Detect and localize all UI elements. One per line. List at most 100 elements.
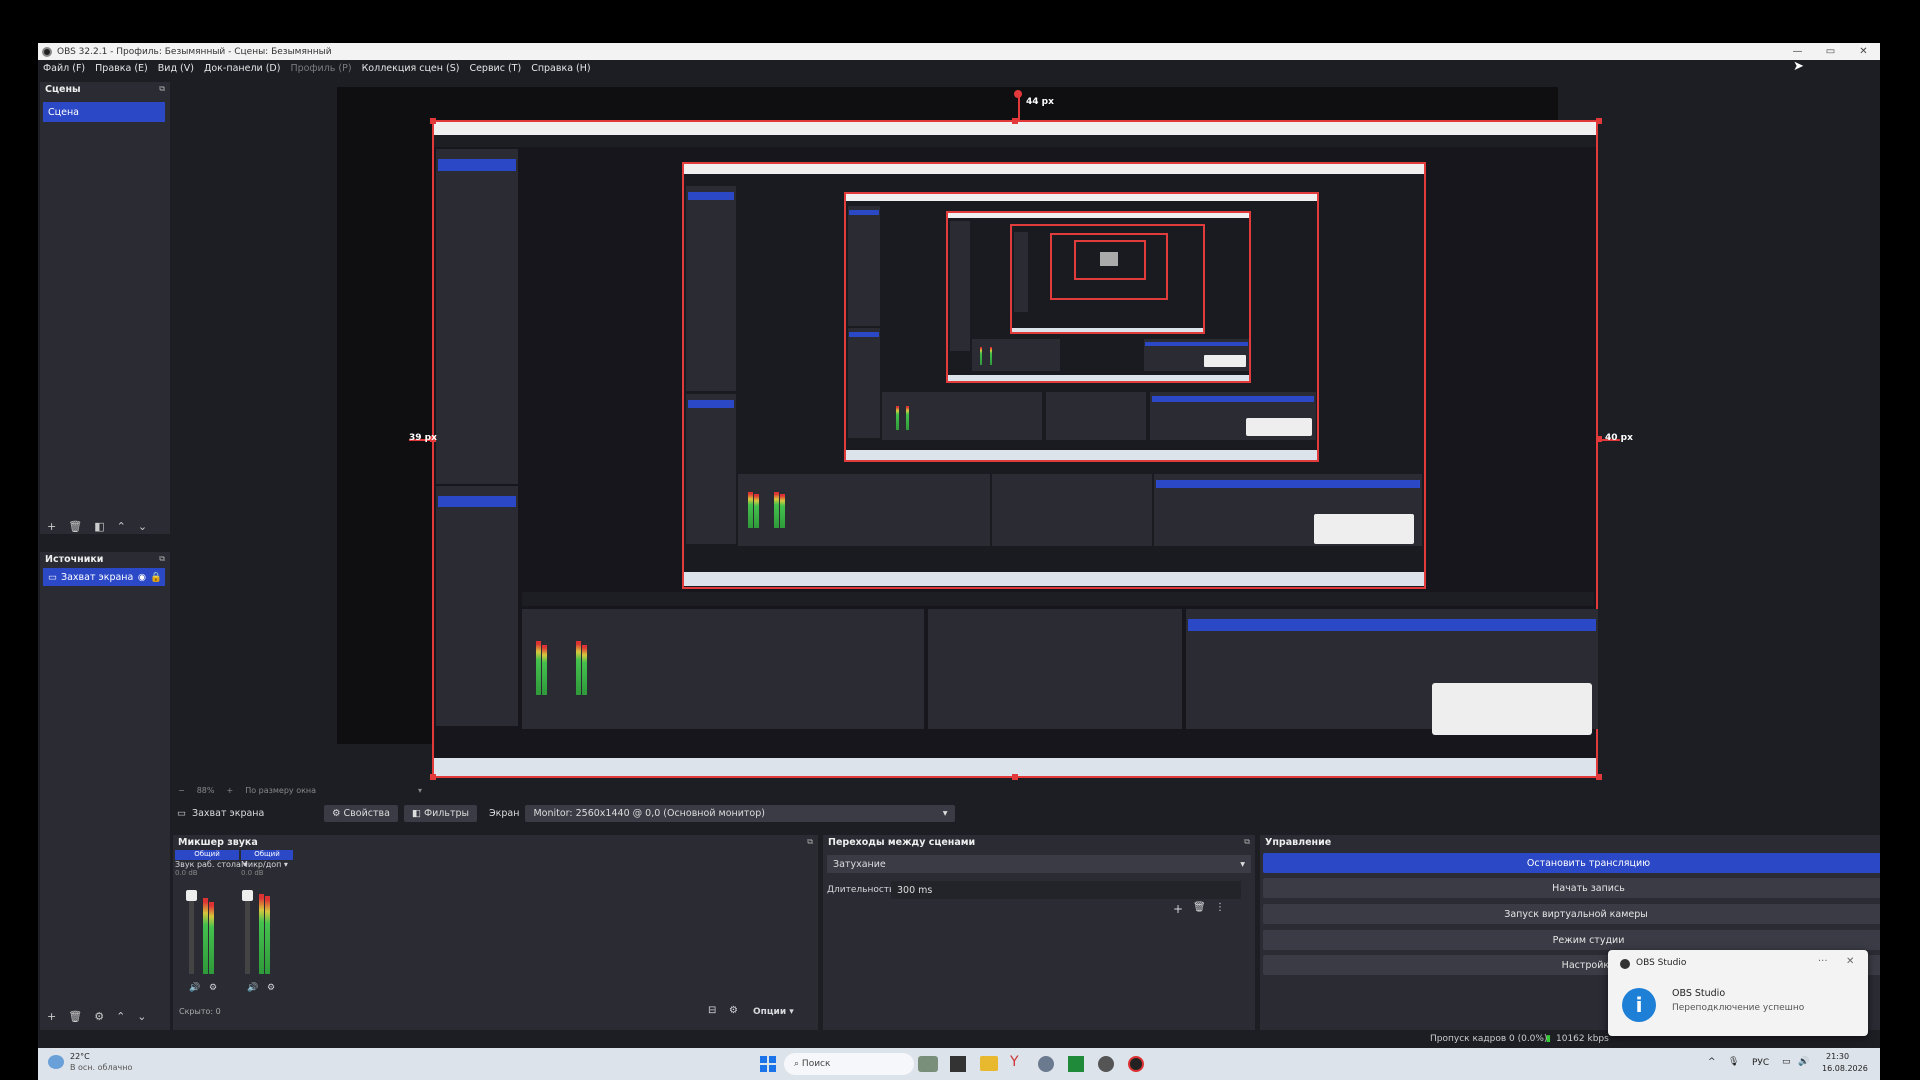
volume-handle[interactable]	[186, 890, 197, 901]
speaker-icon[interactable]: 🔊	[247, 983, 258, 993]
add-source-icon[interactable]: +	[47, 1010, 56, 1023]
menu-profile[interactable]: Профиль (P)	[290, 63, 351, 74]
monitor-select[interactable]: Monitor: 2560x1440 @ 0,0 (Основной монит…	[525, 804, 956, 822]
more-icon[interactable]: ⋮	[1215, 902, 1225, 913]
more-icon[interactable]: ···	[1818, 956, 1828, 967]
obs-taskbar-icon[interactable]	[1128, 1056, 1144, 1072]
add-transition-icon[interactable]: +	[1173, 902, 1183, 916]
minimize-button[interactable]: —	[1781, 43, 1814, 60]
close-icon[interactable]: ✕	[1846, 956, 1854, 967]
captured-source-toolbar	[522, 592, 1594, 606]
channel-settings-icon[interactable]: ⚙	[267, 983, 275, 993]
transition-select[interactable]: Затухание ▾	[827, 855, 1251, 873]
scene-list-item[interactable]: Сцена	[43, 102, 165, 122]
mixer-advanced-icon[interactable]: ⚙	[729, 1005, 738, 1016]
captured-sources-dock	[436, 486, 518, 726]
stop-streaming-button[interactable]: Остановить трансляцию	[1263, 853, 1880, 873]
network-icon[interactable]: ▭	[1782, 1057, 1791, 1067]
weather-temp[interactable]: 22°C	[70, 1052, 90, 1061]
volume-handle[interactable]	[242, 890, 253, 901]
close-button[interactable]: ✕	[1847, 43, 1880, 60]
menu-view[interactable]: Вид (V)	[158, 63, 194, 74]
notification-toast[interactable]: OBS Studio ··· ✕ i OBS Studio Переподклю…	[1608, 950, 1868, 1036]
move-up-icon[interactable]: ⌃	[117, 520, 126, 533]
studio-mode-button[interactable]: Режим студии	[1263, 930, 1880, 950]
undock-icon[interactable]: ⧉	[159, 554, 165, 564]
visibility-eye-icon[interactable]: ◉	[138, 572, 146, 583]
channel-name-select[interactable]: Микр/доп ▾	[241, 860, 293, 869]
mixer-layout-icon[interactable]: ⊟	[708, 1005, 716, 1016]
tray-chevron-icon[interactable]: ^	[1708, 1057, 1716, 1067]
title-bar[interactable]: OBS 32.2.1 - Профиль: Безымянный - Сцены…	[38, 43, 1880, 60]
clock-time[interactable]: 21:30	[1826, 1052, 1849, 1061]
start-button[interactable]	[760, 1056, 776, 1072]
monitor-icon: ▭	[177, 807, 186, 819]
transition-value: Затухание	[833, 858, 886, 870]
undock-icon[interactable]: ⧉	[807, 837, 813, 847]
app-icon[interactable]	[1098, 1056, 1114, 1072]
source-list-item[interactable]: ▭ Захват экрана ◉ 🔒	[43, 568, 165, 586]
properties-button[interactable]: ⚙ Свойства	[323, 804, 398, 822]
remove-scene-icon[interactable]: 🗑	[68, 520, 82, 533]
move-up-icon[interactable]: ⌃	[116, 1010, 125, 1023]
menu-file[interactable]: Файл (F)	[43, 63, 85, 74]
file-explorer-icon[interactable]	[980, 1056, 998, 1071]
start-recording-button[interactable]: Начать запись	[1263, 878, 1880, 898]
scene-filters-icon[interactable]: ◧	[94, 520, 104, 533]
menu-docks[interactable]: Док-панели (D)	[204, 63, 280, 74]
obs-logo-icon	[42, 46, 52, 57]
remove-transition-icon[interactable]: 🗑	[1193, 902, 1206, 913]
menu-help[interactable]: Справка (H)	[531, 63, 590, 74]
yandex-browser-icon[interactable]: Y	[1010, 1054, 1019, 1070]
volume-slider[interactable]	[245, 890, 250, 974]
remove-source-icon[interactable]: 🗑	[68, 1010, 82, 1023]
move-down-icon[interactable]: ⌄	[137, 1010, 146, 1023]
speaker-icon[interactable]: 🔊	[189, 983, 200, 993]
zoom-mode[interactable]: По размеру окна	[245, 786, 316, 795]
resize-handle[interactable]	[1596, 774, 1602, 780]
channel-settings-icon[interactable]: ⚙	[209, 983, 217, 993]
news-icon[interactable]	[918, 1056, 938, 1072]
toast-title: OBS Studio	[1672, 988, 1726, 999]
nested-capture-4	[946, 211, 1251, 383]
selected-source-bounds[interactable]	[432, 120, 1598, 778]
add-scene-icon[interactable]: +	[47, 520, 56, 533]
duration-input[interactable]: 300 ms	[891, 881, 1241, 899]
undock-icon[interactable]: ⧉	[1244, 837, 1250, 847]
resize-handle[interactable]	[430, 118, 436, 124]
search-icon: ⌕	[794, 1059, 800, 1069]
guide-dot	[1014, 90, 1022, 98]
weather-icon[interactable]	[48, 1055, 64, 1069]
channel-name-select[interactable]: Звук раб. стола ▾	[175, 860, 247, 869]
taskbar-search[interactable]: ⌕ Поиск	[784, 1053, 914, 1075]
maximize-button[interactable]: ▭	[1814, 43, 1847, 60]
menu-edit[interactable]: Правка (E)	[95, 63, 148, 74]
volume-slider[interactable]	[189, 890, 194, 974]
excel-icon[interactable]	[1068, 1056, 1084, 1072]
resize-handle[interactable]	[430, 774, 436, 780]
microphone-icon[interactable]: 🎙	[1728, 1057, 1739, 1067]
bitrate: 10162 kbps	[1556, 1034, 1609, 1044]
options-button[interactable]: Опции ▾	[753, 1007, 794, 1017]
language-indicator[interactable]: РУС	[1752, 1058, 1769, 1068]
zoom-out-icon[interactable]: −	[178, 786, 185, 795]
menu-scene-collection[interactable]: Коллекция сцен (S)	[362, 63, 460, 74]
screen-label: Экран	[489, 807, 520, 819]
undock-icon[interactable]: ⧉	[159, 84, 165, 94]
resize-handle[interactable]	[1012, 774, 1018, 780]
settings-app-icon[interactable]	[1038, 1056, 1054, 1072]
start-virtual-camera-button[interactable]: Запуск виртуальной камеры	[1263, 904, 1880, 924]
task-view-icon[interactable]	[950, 1056, 966, 1072]
move-down-icon[interactable]: ⌄	[138, 520, 147, 533]
filters-button[interactable]: ◧ Фильтры	[403, 804, 478, 822]
transitions-dock: Переходы между сценами ⧉ Затухание ▾ Длите…	[823, 835, 1255, 1030]
window-title: OBS 32.2.1 - Профиль: Безымянный - Сцены…	[57, 46, 332, 57]
lock-icon[interactable]: 🔒	[150, 572, 162, 583]
menu-tools[interactable]: Сервис (T)	[469, 63, 521, 74]
source-properties-icon[interactable]: ⚙	[94, 1010, 104, 1023]
resize-handle[interactable]	[1596, 118, 1602, 124]
mixer-channel: Общий Звук раб. стола ▾ 0.0 dB 🔊 ⚙	[175, 850, 247, 1000]
volume-icon[interactable]: 🔊	[1798, 1057, 1809, 1067]
zoom-in-icon[interactable]: +	[226, 786, 233, 795]
chevron-down-icon[interactable]: ▾	[418, 786, 422, 795]
